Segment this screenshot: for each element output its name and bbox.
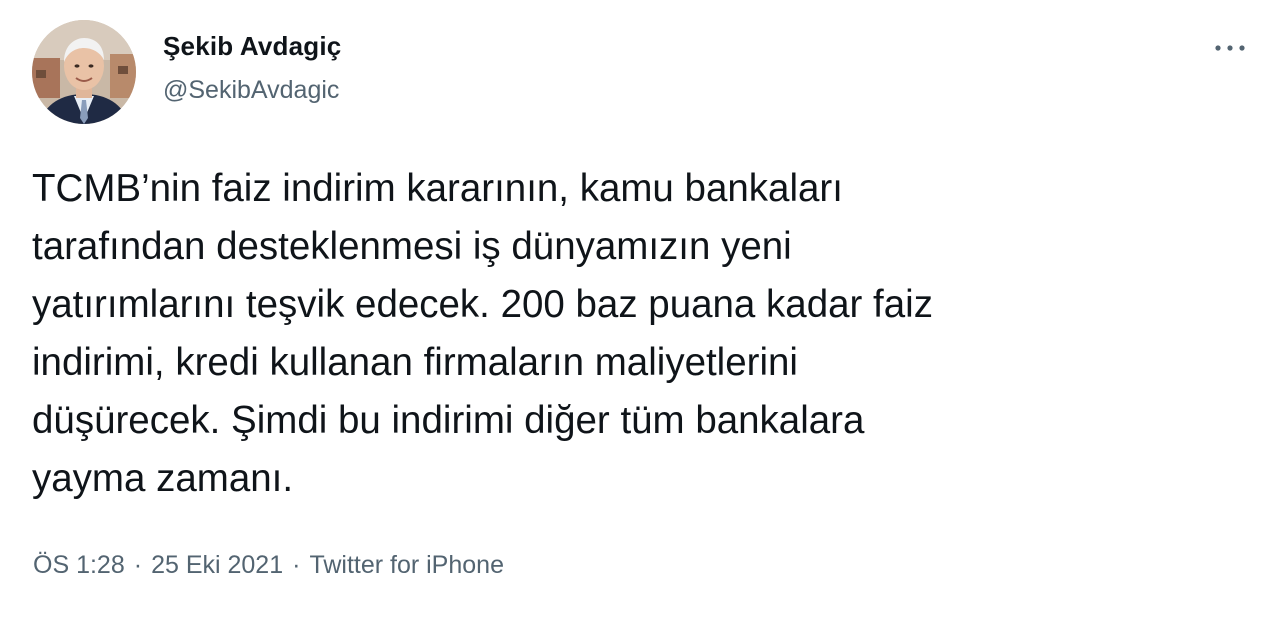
tweet-card: Şekib Avdagiç @SekibAvdagic TCMB’nin fai…: [0, 0, 1280, 620]
meta-separator: ·: [292, 551, 301, 579]
author-handle[interactable]: @SekibAvdagic: [163, 76, 339, 105]
tweet-metadata: ÖS 1:28 · 25 Eki 2021 · Twitter for iPhone: [33, 551, 504, 580]
author-display-name[interactable]: Şekib Avdagiç: [163, 31, 341, 62]
more-horizontal-icon[interactable]: [1210, 30, 1250, 66]
profile-photo-icon: [32, 20, 136, 124]
tweet-text: TCMB’nin faiz indirim kararının, kamu ba…: [32, 167, 933, 500]
tweet-source[interactable]: Twitter for iPhone: [309, 551, 504, 579]
tweet-time[interactable]: ÖS 1:28: [33, 551, 125, 579]
meta-separator: ·: [133, 551, 143, 579]
avatar[interactable]: [32, 20, 136, 124]
tweet-date[interactable]: 25 Eki 2021: [151, 551, 283, 579]
